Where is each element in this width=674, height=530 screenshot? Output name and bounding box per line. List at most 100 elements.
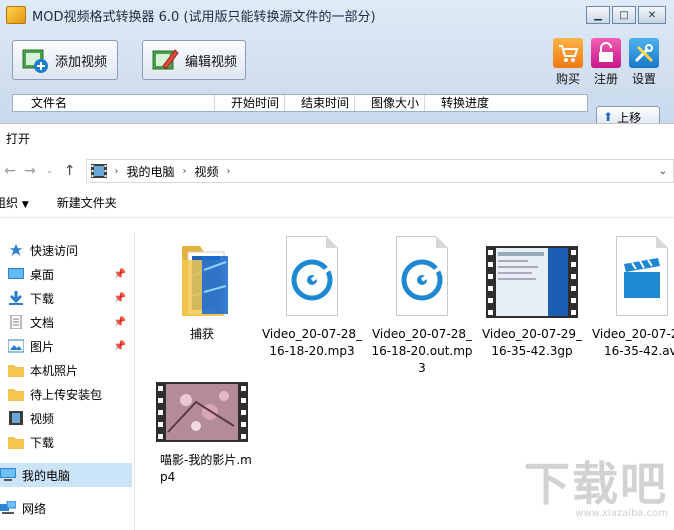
maximize-icon: □ — [619, 9, 629, 21]
up-arrow-icon[interactable]: ↑ — [60, 163, 80, 179]
audio-thumbnail — [272, 236, 352, 322]
nav-label: 网络 — [22, 501, 47, 516]
video-thumbnail — [602, 236, 674, 322]
folder-thumbnail — [162, 236, 242, 322]
file-item[interactable]: Video_20-07-29_16-35-42.avi — [590, 236, 674, 360]
chevron-right-icon: › — [226, 165, 231, 177]
address-row: ← → ⌄ ↑ › 我的电脑 › 视频 › ⌄ — [0, 154, 674, 188]
nav-item-pending-packages[interactable]: 待上传安装包 — [0, 382, 132, 406]
video-folder-icon — [9, 411, 23, 425]
buy-label: 购买 — [555, 72, 580, 86]
caret-down-icon: ▼ — [21, 200, 29, 210]
minimize-button[interactable]: ▁ — [586, 6, 610, 24]
folder-icon — [182, 246, 228, 316]
tools-icon — [629, 38, 659, 68]
close-button[interactable]: ✕ — [638, 6, 666, 24]
register-button[interactable]: 注册 — [590, 38, 622, 87]
settings-label: 设置 — [631, 72, 656, 86]
register-label: 注册 — [593, 72, 618, 86]
pin-icon[interactable]: 📌 — [114, 269, 126, 280]
arrow-up-icon: ⬆ — [603, 110, 614, 124]
new-folder-button[interactable]: 新建文件夹 — [57, 194, 117, 211]
app-titlebar: MOD视频格式转换器 6.0 (试用版只能转换源文件的一部分) ▁ □ ✕ — [0, 0, 674, 30]
file-item[interactable]: 喵影-我的影片.mp4 — [150, 382, 254, 486]
recent-dropdown-icon[interactable]: ⌄ — [40, 166, 60, 176]
command-bar: 组织 ▼ 新建文件夹 — [0, 188, 674, 218]
file-name: Video_20-07-29_16-35-42.avi — [591, 327, 674, 358]
organize-label: 组织 — [0, 196, 19, 210]
file-list-header: 文件名 开始时间 结束时间 图像大小 转换进度 — [12, 94, 588, 112]
nav-item-pictures[interactable]: 图片 📌 — [0, 334, 132, 358]
column-progress[interactable]: 转换进度 — [425, 95, 587, 111]
file-name: Video_20-07-29_16-35-42.3gp — [481, 327, 583, 358]
video-folder-icon — [90, 164, 107, 178]
pin-icon[interactable]: 📌 — [114, 293, 126, 304]
app-logo — [6, 6, 26, 24]
dialog-title: 打开 — [6, 132, 31, 146]
nav-item-desktop[interactable]: 桌面 📌 — [0, 262, 132, 286]
nav-this-pc[interactable]: 我的电脑 — [0, 463, 132, 487]
lock-icon — [591, 38, 621, 68]
audio-thumbnail — [382, 236, 462, 322]
file-item[interactable]: Video_20-07-28_16-18-20.mp3 — [260, 236, 364, 360]
column-image-size[interactable]: 图像大小 — [355, 95, 425, 111]
groove-music-icon — [291, 259, 333, 301]
back-arrow-icon[interactable]: ← — [0, 163, 20, 179]
nav-label: 视频 — [30, 411, 55, 426]
nav-item-local-photos[interactable]: 本机照片 — [0, 358, 132, 382]
nav-label: 我的电脑 — [22, 468, 71, 483]
file-name: Video_20-07-28_16-18-20.out.mp3 — [371, 327, 473, 375]
file-name: 捕获 — [189, 327, 214, 341]
watermark: 下载吧 www.xiazaiba.com — [518, 460, 668, 524]
add-video-button[interactable]: 添加视频 — [12, 40, 118, 80]
edit-video-label: 编辑视频 — [185, 54, 238, 70]
minimize-icon: ▁ — [594, 9, 602, 21]
star-icon — [9, 243, 23, 257]
file-item[interactable]: Video_20-07-29_16-35-42.3gp — [480, 236, 584, 360]
nav-item-downloads[interactable]: 下载 📌 — [0, 286, 132, 310]
settings-button[interactable]: 设置 — [628, 38, 660, 87]
video-thumbnail — [486, 236, 578, 322]
add-video-label: 添加视频 — [55, 54, 108, 70]
folder-icon — [8, 389, 24, 401]
nav-quick-access[interactable]: 快速访问 — [0, 238, 132, 262]
nav-label: 文档 — [30, 315, 55, 330]
buy-button[interactable]: 购买 — [552, 38, 584, 87]
app-window: MOD视频格式转换器 6.0 (试用版只能转换源文件的一部分) ▁ □ ✕ 添加… — [0, 0, 674, 128]
nav-label: 图片 — [30, 339, 55, 354]
nav-label: 待上传安装包 — [30, 387, 103, 402]
nav-network[interactable]: 网络 — [0, 496, 132, 520]
file-item[interactable]: 捕获 — [150, 236, 254, 343]
column-filename[interactable]: 文件名 — [13, 95, 215, 111]
pin-icon[interactable]: 📌 — [114, 341, 126, 352]
column-start-time[interactable]: 开始时间 — [215, 95, 285, 111]
maximize-button[interactable]: □ — [612, 6, 636, 24]
nav-item-downloads-folder[interactable]: 下载 — [0, 430, 132, 454]
chevron-down-icon[interactable]: ⌄ — [653, 166, 673, 177]
breadcrumb-this-pc[interactable]: 我的电脑 — [119, 163, 183, 180]
network-icon — [0, 501, 16, 514]
pane-divider[interactable] — [134, 232, 135, 530]
organize-menu[interactable]: 组织 ▼ — [0, 194, 29, 211]
groove-music-icon — [401, 259, 443, 301]
edit-video-button[interactable]: 编辑视频 — [142, 40, 246, 80]
cart-icon — [553, 38, 583, 68]
open-dialog: 打开 ← → ⌄ ↑ › 我的电脑 › 视频 › ⌄ 组织 ▼ 新建文件夹 快速… — [0, 123, 674, 530]
column-end-time[interactable]: 结束时间 — [285, 95, 355, 111]
close-icon: ✕ — [647, 9, 657, 21]
film-strip-icon — [156, 382, 248, 442]
document-icon — [10, 315, 22, 329]
nav-label: 快速访问 — [30, 243, 79, 258]
breadcrumb-videos[interactable]: 视频 — [187, 163, 227, 180]
address-bar[interactable]: › 我的电脑 › 视频 › ⌄ — [85, 159, 674, 183]
app-title: MOD视频格式转换器 6.0 (试用版只能转换源文件的一部分) — [32, 9, 376, 25]
pin-icon[interactable]: 📌 — [114, 317, 126, 328]
forward-arrow-icon[interactable]: → — [20, 163, 40, 179]
nav-item-videos[interactable]: 视频 — [0, 406, 132, 430]
nav-item-documents[interactable]: 文档 📌 — [0, 310, 132, 334]
nav-label: 下载 — [30, 435, 55, 450]
video-thumbnail — [156, 382, 248, 468]
folder-icon — [8, 365, 24, 377]
film-strip-icon — [486, 246, 578, 318]
file-item[interactable]: Video_20-07-28_16-18-20.out.mp3 — [370, 236, 474, 377]
